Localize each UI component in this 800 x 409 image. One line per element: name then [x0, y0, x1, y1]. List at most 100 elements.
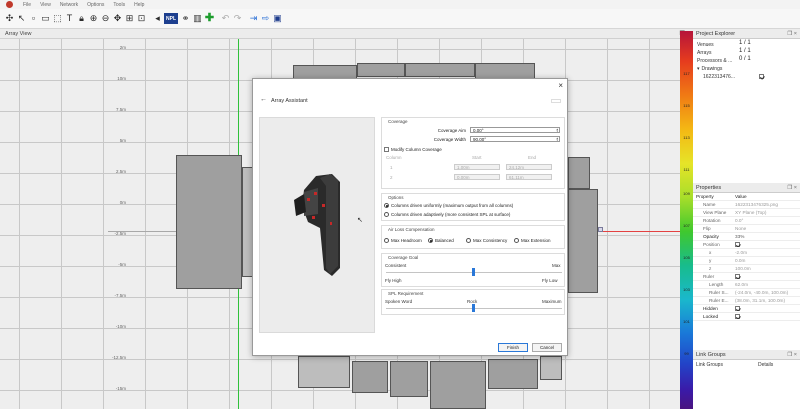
spl-slider-thumb[interactable] — [472, 304, 475, 312]
hidden-checkbox[interactable] — [735, 306, 740, 312]
selection-handle[interactable] — [598, 227, 603, 232]
properties-window-controls[interactable]: ❒ × — [787, 185, 797, 191]
tree-item-processors[interactable]: Processors & ... — [697, 57, 732, 64]
tree-item-arrays[interactable]: Arrays — [697, 49, 711, 56]
drawing-visible-checkbox[interactable] — [759, 74, 764, 79]
spl-requirement-group-title: SPL Requirement — [388, 291, 424, 296]
zoom-fit-icon[interactable]: ⊞ — [124, 12, 135, 25]
modify-column-coverage-checkbox[interactable] — [384, 147, 389, 152]
properties-title: Properties — [696, 184, 722, 191]
speaker-icon[interactable]: ◂ — [152, 12, 163, 25]
property-name-value[interactable]: 1622313476325.png — [735, 202, 797, 207]
column-1-start-input[interactable]: 1.00m — [454, 164, 500, 170]
tree-item-venues[interactable]: Venues — [697, 41, 714, 48]
back-arrow-icon[interactable]: ← — [260, 96, 267, 103]
tree-value: 1 / 1 — [739, 40, 751, 46]
area-tool-icon[interactable]: ⬚ — [52, 12, 63, 25]
drawing-block[interactable] — [488, 359, 538, 389]
menu-view[interactable]: View — [40, 2, 51, 8]
column-2-start-input[interactable]: 0.00m — [454, 174, 500, 180]
ruler-checkbox[interactable] — [735, 274, 740, 280]
zoom-out-icon[interactable]: ⊖ — [100, 12, 111, 25]
coverage-goal-slider-thumb[interactable] — [472, 268, 475, 276]
add-icon[interactable]: ✚ — [204, 12, 215, 25]
page-icon[interactable]: ▫ — [28, 12, 39, 25]
drawing-block[interactable] — [405, 63, 475, 77]
drawing-block[interactable] — [357, 63, 405, 77]
finish-button[interactable]: Finish — [498, 343, 528, 352]
lock-icon[interactable]: 🔒︎ — [76, 12, 87, 25]
menu-tools[interactable]: Tools — [113, 2, 125, 8]
redo-icon[interactable]: ↷ — [232, 12, 243, 25]
property-col-header: Property — [696, 194, 714, 199]
drawing-block[interactable] — [430, 361, 486, 409]
modify-column-coverage-option[interactable]: Modify Column Coverage — [384, 147, 442, 152]
column-2-end-input[interactable]: 61.11m — [506, 174, 552, 180]
spinner-icon[interactable]: ▴ ▾ — [556, 128, 558, 133]
coverage-width-input[interactable]: 90.00° ▴ ▾ — [470, 136, 560, 142]
pan-icon[interactable]: ✥ — [112, 12, 123, 25]
spinner-icon[interactable]: ▴ ▾ — [556, 137, 558, 142]
menu-options[interactable]: Options — [87, 2, 104, 8]
locked-checkbox[interactable] — [735, 314, 740, 320]
property-rotation-value[interactable]: 0.0° — [735, 218, 797, 223]
drawing-block[interactable] — [352, 361, 388, 393]
array-preview[interactable]: ↖ — [259, 117, 375, 333]
air-loss-max-consistency[interactable]: Max Consistency — [466, 238, 507, 243]
undo-icon[interactable]: ↶ — [220, 12, 231, 25]
property-ruler-start-value[interactable]: (-24.0m, -40.0m, 100.0m) — [735, 290, 797, 295]
drawing-block[interactable] — [540, 356, 562, 380]
ruler-icon[interactable]: ▭ — [40, 12, 51, 25]
coverage-aim-input[interactable]: 0.00° ▴ ▾ — [470, 127, 560, 133]
option-uniform[interactable]: Columns driven uniformly (maximum output… — [384, 203, 513, 208]
properties-header: Properties ❒ × — [693, 183, 800, 193]
property-x-value[interactable]: -2.0m — [735, 250, 797, 255]
menu-help[interactable]: Help — [134, 2, 144, 8]
export-icon[interactable]: ⇨ — [260, 12, 271, 25]
drawing-block[interactable] — [568, 189, 598, 293]
drawing-block[interactable] — [390, 361, 428, 397]
link-groups-window-controls[interactable]: ❒ × — [787, 352, 797, 358]
drawing-block[interactable] — [568, 157, 590, 189]
air-loss-max-headroom[interactable]: Max Headroom — [384, 238, 422, 243]
drawing-block[interactable] — [176, 155, 242, 289]
property-y-value[interactable]: 0.0m — [735, 258, 797, 263]
radio-uniform[interactable] — [384, 203, 389, 208]
select-tool-icon[interactable]: ↖ — [16, 12, 27, 25]
cancel-button[interactable]: Cancel — [532, 343, 562, 352]
air-loss-max-extension[interactable]: Max Extension — [514, 238, 551, 243]
position-checkbox[interactable] — [735, 242, 740, 248]
import-icon[interactable]: ⇥ — [248, 12, 259, 25]
tree-item-drawing-file[interactable]: 1622313476... — [703, 73, 735, 80]
property-z-value[interactable]: 100.0m — [735, 266, 797, 271]
property-opacity-value[interactable]: 33% — [735, 234, 797, 239]
zoom-in-icon[interactable]: ⊕ — [88, 12, 99, 25]
radio-balanced[interactable] — [428, 238, 433, 243]
save-icon[interactable]: ▣ — [272, 12, 283, 25]
npl-button[interactable]: NPL — [164, 13, 178, 24]
processor-icon[interactable]: ▥ — [192, 12, 203, 25]
project-explorer-window-controls[interactable]: ❒ × — [787, 31, 797, 37]
menu-file[interactable]: File — [23, 2, 31, 8]
project-explorer-title: Project Explorer — [696, 30, 736, 37]
property-length-value[interactable]: 62.0m — [735, 282, 797, 287]
zoom-window-icon[interactable]: ⊡ — [136, 12, 147, 25]
property-view-plane-value[interactable]: XY Plane (Top) — [735, 210, 797, 215]
tree-item-drawings[interactable]: ▾ Drawings — [697, 65, 722, 72]
close-icon[interactable]: × — [558, 81, 563, 90]
air-loss-balanced[interactable]: Balanced — [428, 238, 454, 243]
option-adaptive[interactable]: Columns driven adaptively (more consiste… — [384, 212, 510, 217]
radio-max-extension[interactable] — [514, 238, 519, 243]
app-logo-icon — [6, 1, 13, 8]
radio-max-consistency[interactable] — [466, 238, 471, 243]
text-tool-icon[interactable]: T — [64, 12, 75, 25]
property-ruler-end-value[interactable]: (38.0m, 31.1m, 100.0m) — [735, 298, 797, 303]
column-1-end-input[interactable]: 24.12m — [506, 164, 552, 170]
link-icon[interactable]: ⚭ — [180, 12, 191, 25]
radio-max-headroom[interactable] — [384, 238, 389, 243]
pointer-tool-icon[interactable]: ✣ — [4, 12, 15, 25]
drawing-block[interactable] — [298, 356, 350, 388]
property-flip-value[interactable]: None — [735, 226, 797, 231]
menu-network[interactable]: Network — [60, 2, 78, 8]
radio-adaptive[interactable] — [384, 212, 389, 217]
